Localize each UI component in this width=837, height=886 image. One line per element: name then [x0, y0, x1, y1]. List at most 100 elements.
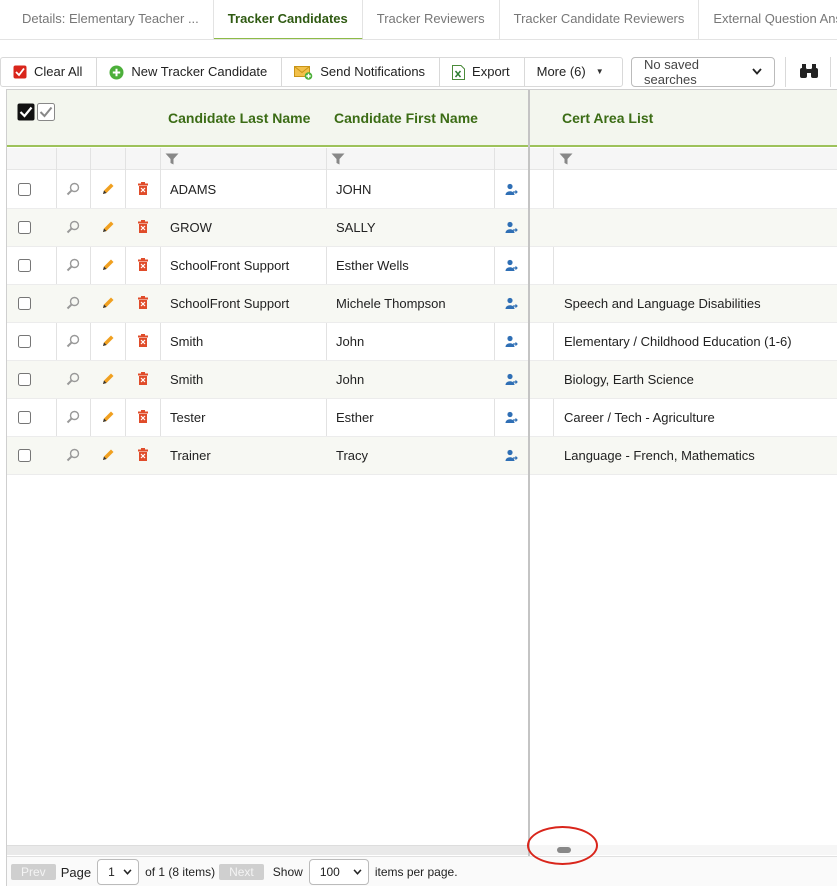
delete-trash-icon[interactable] [137, 448, 149, 464]
row-select-checkbox[interactable] [18, 183, 31, 196]
frozen-column-splitter[interactable] [528, 90, 530, 856]
filter-icon[interactable] [331, 153, 345, 168]
cell-cert-area: Career / Tech - Agriculture [564, 410, 715, 425]
user-assign-icon[interactable] [505, 183, 518, 199]
column-header-first-name[interactable]: Candidate First Name [334, 90, 478, 147]
view-magnifier-icon[interactable] [66, 182, 80, 199]
edit-pencil-icon[interactable] [101, 258, 115, 275]
tab-details[interactable]: Details: Elementary Teacher ... [0, 0, 214, 39]
table-row[interactable]: GROW SALLY [7, 209, 837, 247]
filter-icon[interactable] [165, 153, 179, 168]
edit-pencil-icon[interactable] [101, 410, 115, 427]
user-assign-icon[interactable] [505, 335, 518, 351]
user-assign-icon[interactable] [505, 297, 518, 313]
tab-tracker-reviewers[interactable]: Tracker Reviewers [363, 0, 500, 39]
saved-searches-value: No saved searches [644, 57, 699, 87]
delete-trash-icon[interactable] [137, 220, 149, 236]
delete-trash-icon[interactable] [137, 182, 149, 198]
edit-pencil-icon[interactable] [101, 448, 115, 465]
row-select-checkbox[interactable] [18, 411, 31, 424]
page-size-select[interactable]: 100 [308, 859, 369, 885]
row-select-checkbox[interactable] [18, 259, 31, 272]
prev-page-button[interactable]: Prev [11, 864, 56, 880]
tab-external-question-answers[interactable]: External Question Answers [699, 0, 837, 39]
more-label: More (6) [536, 64, 586, 79]
cell-first-name: Esther [336, 410, 374, 425]
table-row[interactable]: Tester Esther Career / Tech - Agriculture [7, 399, 837, 437]
edit-pencil-icon[interactable] [101, 182, 115, 199]
filter-icon[interactable] [559, 153, 573, 168]
row-select-checkbox[interactable] [18, 373, 31, 386]
checkbox-clear-icon [13, 65, 27, 79]
user-assign-icon[interactable] [505, 373, 518, 389]
table-row[interactable]: ADAMS JOHN [7, 171, 837, 209]
user-assign-icon[interactable] [505, 411, 518, 427]
export-label: Export [472, 64, 510, 79]
cell-first-name: Esther Wells [336, 258, 409, 273]
toolbar-button-group: Clear All New Tracker Candidate Send Not… [0, 57, 623, 87]
delete-trash-icon[interactable] [137, 410, 149, 426]
binoculars-icon [799, 63, 819, 82]
header-select-controls [17, 103, 55, 124]
toolbar-divider [830, 57, 831, 87]
table-row[interactable]: Trainer Tracy Language - French, Mathemati… [7, 437, 837, 475]
cell-last-name: Tester [170, 410, 206, 425]
table-row[interactable]: SchoolFront Support Michele Thompson Speec… [7, 285, 837, 323]
column-header-last-name[interactable]: Candidate Last Name [168, 90, 310, 147]
send-notifications-button[interactable]: Send Notifications [282, 58, 441, 86]
page-size-value: 100 [319, 865, 340, 879]
user-assign-icon[interactable] [505, 259, 518, 275]
cell-last-name: Smith [170, 372, 204, 387]
row-select-checkbox[interactable] [18, 297, 31, 310]
row-select-checkbox[interactable] [18, 335, 31, 348]
view-magnifier-icon[interactable] [66, 258, 80, 275]
edit-pencil-icon[interactable] [101, 372, 115, 389]
search-binoculars-button[interactable] [785, 57, 831, 87]
view-magnifier-icon[interactable] [66, 410, 80, 427]
cell-first-name: Michele Thompson [336, 296, 446, 311]
new-tracker-candidate-button[interactable]: New Tracker Candidate [97, 58, 283, 86]
view-magnifier-icon[interactable] [66, 296, 80, 313]
horizontal-scrollbar-left[interactable] [7, 845, 528, 855]
select-page-icon[interactable] [37, 103, 55, 124]
page-select[interactable]: 1 [97, 859, 140, 885]
row-select-checkbox[interactable] [18, 449, 31, 462]
view-magnifier-icon[interactable] [66, 334, 80, 351]
toolbar: Clear All New Tracker Candidate Send Not… [0, 55, 837, 87]
cell-cert-area: Elementary / Childhood Education (1-6) [564, 334, 792, 349]
table-row[interactable]: Smith John Elementary / Childhood Educatio… [7, 323, 837, 361]
cell-last-name: GROW [170, 220, 212, 235]
cell-first-name: John [336, 334, 365, 349]
tab-tracker-candidates[interactable]: Tracker Candidates [213, 0, 363, 39]
new-tracker-candidate-label: New Tracker Candidate [131, 64, 268, 79]
show-label: Show [272, 865, 303, 879]
delete-trash-icon[interactable] [137, 258, 149, 274]
saved-searches-select[interactable]: No saved searches [631, 57, 775, 87]
delete-trash-icon[interactable] [137, 372, 149, 388]
edit-pencil-icon[interactable] [101, 296, 115, 313]
row-select-checkbox[interactable] [18, 221, 31, 234]
excel-file-icon [452, 64, 466, 80]
cell-last-name: ADAMS [170, 182, 217, 197]
select-all-icon[interactable] [17, 103, 35, 124]
view-magnifier-icon[interactable] [66, 448, 80, 465]
view-magnifier-icon[interactable] [66, 372, 80, 389]
delete-trash-icon[interactable] [137, 296, 149, 312]
edit-pencil-icon[interactable] [101, 220, 115, 237]
delete-trash-icon[interactable] [137, 334, 149, 350]
column-header-cert-area[interactable]: Cert Area List [562, 90, 653, 147]
next-page-button[interactable]: Next [219, 864, 264, 880]
view-magnifier-icon[interactable] [66, 220, 80, 237]
edit-pencil-icon[interactable] [101, 334, 115, 351]
export-button[interactable]: Export [440, 58, 525, 86]
table-row[interactable]: Smith John Biology, Earth Science [7, 361, 837, 399]
page-label: Page [60, 864, 92, 880]
user-assign-icon[interactable] [505, 449, 518, 465]
caret-down-icon: ▼ [595, 67, 604, 76]
more-menu-button[interactable]: More (6) ▼ [525, 58, 618, 86]
table-row[interactable]: SchoolFront Support Esther Wells [7, 247, 837, 285]
user-assign-icon[interactable] [505, 221, 518, 237]
envelope-add-icon [294, 65, 313, 80]
clear-all-button[interactable]: Clear All [1, 58, 98, 86]
tab-tracker-candidate-reviewers[interactable]: Tracker Candidate Reviewers [500, 0, 700, 39]
